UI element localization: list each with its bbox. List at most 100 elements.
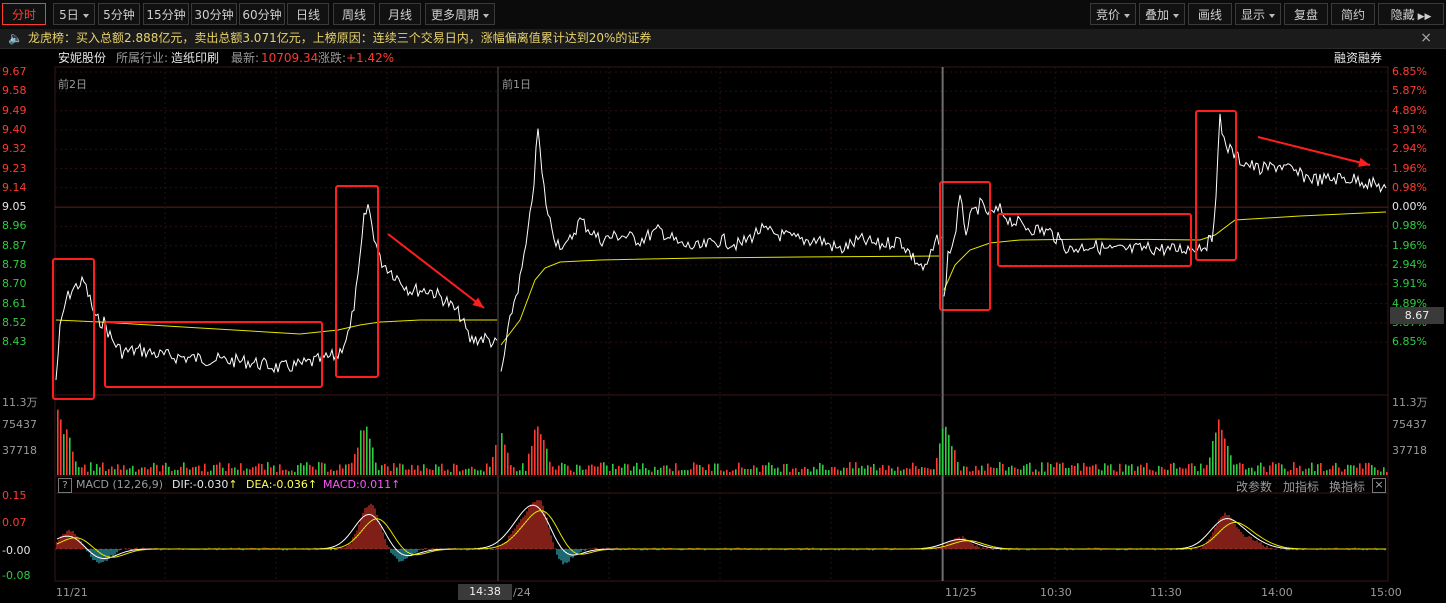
volume-bar [1275, 464, 1277, 475]
volume-bar [894, 470, 896, 475]
volume-bar [342, 468, 344, 475]
volume-bar [381, 465, 383, 475]
volume-bar [822, 464, 824, 475]
volume-bar [843, 467, 845, 475]
volume-bar [1005, 470, 1007, 475]
volume-bar [1077, 463, 1079, 475]
volume-bar [1164, 469, 1166, 475]
volume-bar [714, 463, 716, 475]
volume-bar [138, 469, 140, 475]
volume-bar [144, 467, 146, 475]
volume-bar [414, 469, 416, 475]
volume-bar [831, 467, 833, 475]
volume-bar [1200, 463, 1202, 475]
volume-bar [1197, 471, 1199, 475]
volume-bar [951, 446, 953, 475]
volume-bar [750, 469, 752, 475]
volume-bar [276, 471, 278, 475]
volume-bar [1167, 469, 1169, 475]
volume-bar [564, 463, 566, 475]
volume-bar [1254, 471, 1256, 475]
macd-value: MACD:0.011↑ [323, 478, 400, 491]
volume-bar [1119, 463, 1121, 475]
volume-bar [480, 470, 482, 475]
volume-bar [969, 471, 971, 475]
dif-arrow: ↑ [228, 478, 238, 491]
percent-axis-label-5: 1.96% [1392, 161, 1427, 175]
volume-bar [366, 426, 368, 475]
volume-bar [231, 468, 233, 475]
volume-bar [474, 469, 476, 475]
macd-dif-value: DIF:-0.030 [172, 478, 229, 491]
edit-params-button[interactable]: 改参数 [1236, 478, 1272, 495]
volume-bar [1350, 465, 1352, 475]
volume-bar [1302, 471, 1304, 475]
volume-bar [624, 463, 626, 475]
volume-bar [711, 470, 713, 475]
macd-dea-line [56, 510, 1386, 558]
volume-bar [258, 463, 260, 475]
volume-bar [975, 465, 977, 475]
price-axis-label-5: 9.23 [2, 161, 27, 175]
volume-bar [984, 470, 986, 475]
macd-title[interactable]: MACD (12,26,9) [76, 478, 163, 491]
volume-bar [963, 466, 965, 475]
volume-bar [648, 470, 650, 475]
volume-bar [1158, 465, 1160, 475]
intraday-chart[interactable] [0, 0, 1446, 603]
volume-bar [948, 434, 950, 475]
volume-bar [858, 468, 860, 475]
close-indicator-icon[interactable]: × [1372, 478, 1386, 493]
volume-bar [1134, 470, 1136, 475]
volume-bar [732, 470, 734, 475]
volume-bar [438, 466, 440, 475]
volume-bar [930, 469, 932, 475]
volume-bar [75, 461, 77, 475]
volume-bar [1188, 464, 1190, 475]
volume-bar [987, 463, 989, 475]
volume-bar [102, 462, 104, 475]
volume-bar [672, 471, 674, 475]
volume-bar [630, 470, 632, 475]
volume-bar [420, 470, 422, 475]
volume-bar [828, 470, 830, 475]
volume-bar [57, 409, 59, 475]
volume-bar [726, 469, 728, 475]
volume-bar [816, 469, 818, 475]
volume-bar [666, 465, 668, 475]
help-icon[interactable]: ? [58, 478, 72, 493]
volume-bar [72, 451, 74, 475]
volume-bar [1173, 462, 1175, 475]
volume-bar [153, 462, 155, 475]
volume-bar [702, 467, 704, 475]
volume-bar [108, 469, 110, 475]
volume-bar [891, 468, 893, 475]
volume-bar [90, 462, 92, 475]
volume-bar [804, 466, 806, 475]
volume-bar [396, 467, 398, 475]
switch-indicator-button[interactable]: 换指标 [1329, 478, 1365, 495]
volume-bar [978, 470, 980, 475]
volume-bar [567, 465, 569, 475]
volume-bar [1146, 462, 1148, 475]
volume-bar [780, 471, 782, 475]
volume-bar [468, 468, 470, 475]
volume-bar [525, 470, 527, 475]
volume-bar [66, 429, 68, 475]
volume-bar [99, 467, 101, 475]
volume-bar [435, 464, 437, 475]
volume-bar [504, 444, 506, 475]
volume-bar [837, 469, 839, 475]
volume-bar [552, 466, 554, 475]
volume-bar [531, 445, 533, 475]
percent-axis-label-2: 4.89% [1392, 103, 1427, 117]
price-axis-label-2: 9.49 [2, 103, 27, 117]
volume-bar [390, 470, 392, 475]
add-indicator-button[interactable]: 加指标 [1283, 478, 1319, 495]
volume-bar [1245, 469, 1247, 475]
volume-bar [1056, 462, 1058, 475]
volume-bar [1137, 466, 1139, 475]
volume-bar [870, 466, 872, 475]
volume-bar [813, 466, 815, 475]
volume-bar [1131, 464, 1133, 475]
